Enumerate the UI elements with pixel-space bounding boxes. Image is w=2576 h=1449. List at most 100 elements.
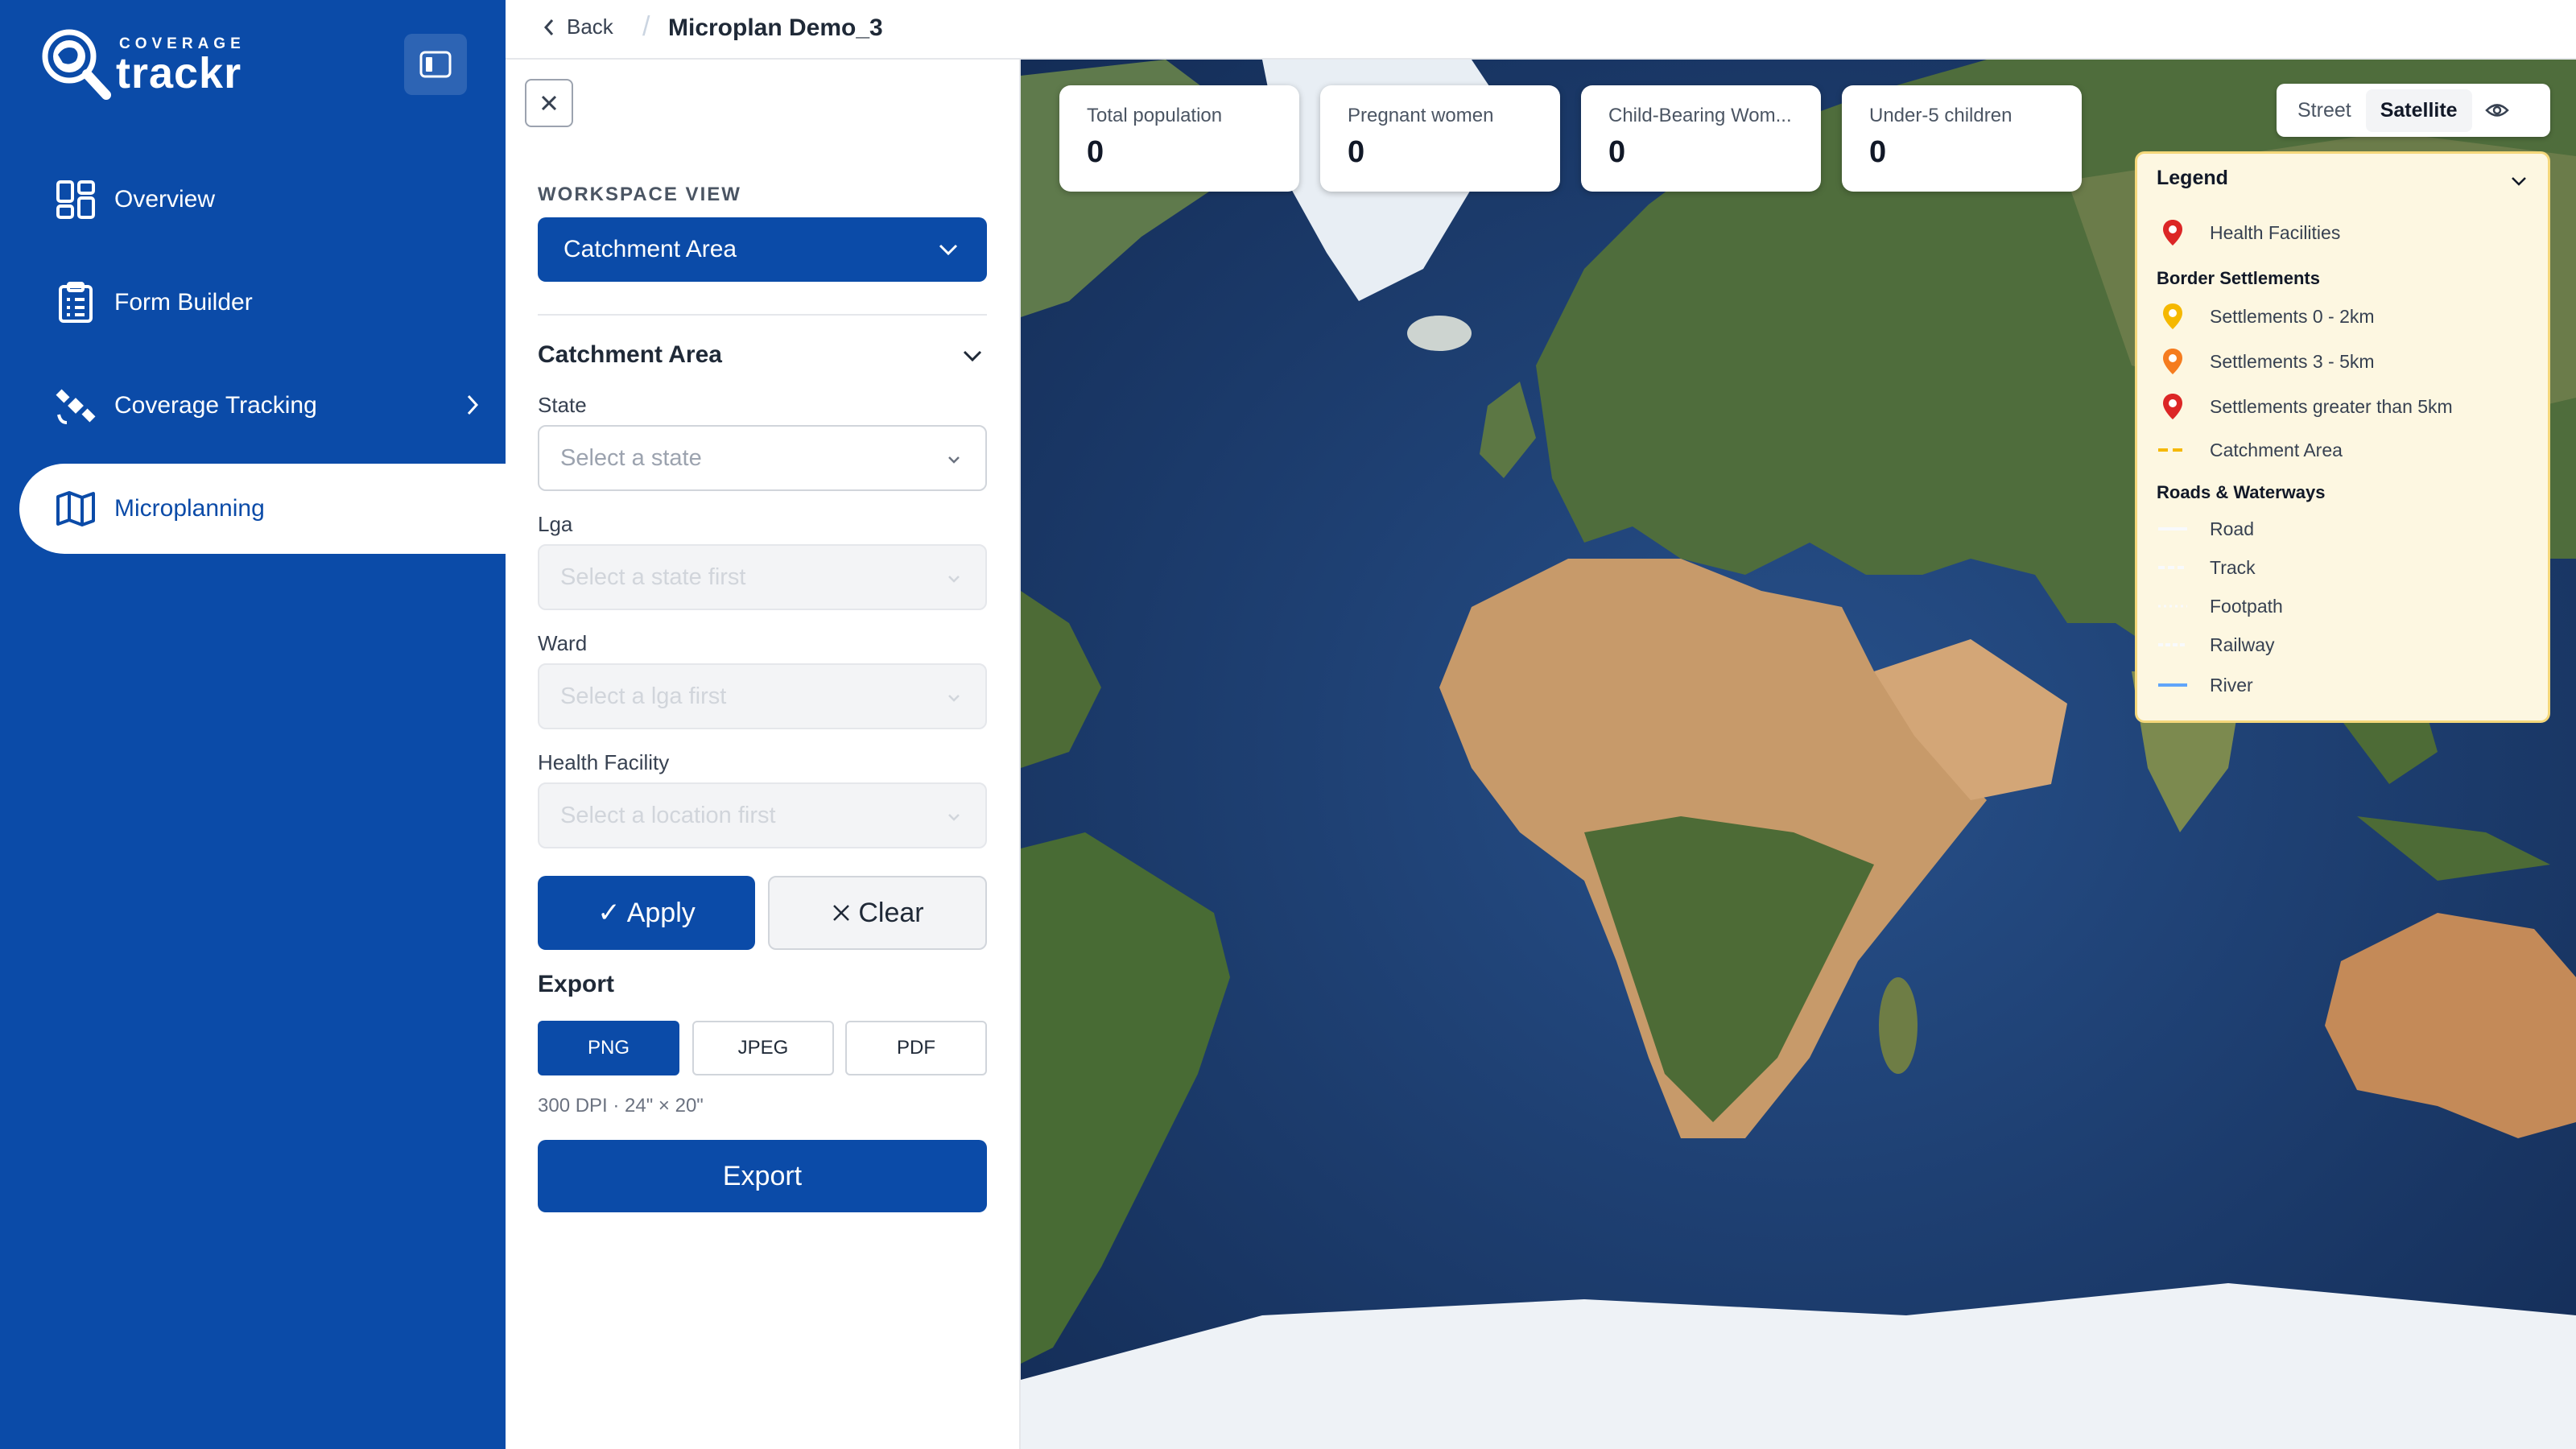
legend-label: Railway [2210, 634, 2275, 655]
format-pdf-button[interactable]: PDF [845, 1021, 987, 1075]
format-label: PNG [587, 1037, 630, 1059]
line-icon [2157, 551, 2189, 584]
chevron-right-icon [467, 394, 479, 415]
dashed-line-icon [2157, 434, 2189, 466]
back-label: Back [567, 14, 613, 39]
workspace-view-select[interactable]: Catchment Area [538, 217, 987, 282]
sidebar-item-form-builder[interactable]: Form Builder [19, 258, 506, 348]
catchment-area-title: Catchment Area [538, 341, 722, 368]
clear-button[interactable]: Clear [768, 876, 987, 950]
magnifier-globe-icon [42, 29, 111, 100]
map-canvas[interactable]: Total population 0 Pregnant women 0 Chil… [1021, 60, 2576, 1449]
legend-label: Health Facilities [2210, 221, 2341, 243]
legend-settlement-0-2km: Settlements 0 - 2km [2157, 300, 2375, 332]
sidebar-item-overview[interactable]: Overview [19, 155, 506, 245]
chevron-down-icon [948, 456, 960, 464]
format-jpeg-button[interactable]: JPEG [692, 1021, 834, 1075]
sidebar-toggle-icon [419, 51, 452, 78]
sidebar-item-coverage-tracking[interactable]: Coverage Tracking [19, 361, 506, 451]
legend-settlement-3-5km: Settlements 3 - 5km [2157, 345, 2375, 378]
workspace-view-label: WORKSPACE VIEW [538, 184, 741, 205]
legend-label: River [2210, 674, 2253, 696]
export-title: Export [538, 971, 615, 997]
sidebar-item-label: Microplanning [114, 495, 265, 522]
lga-select[interactable]: Select a state first [538, 544, 987, 610]
app-logo[interactable]: COVERAGE trackr [39, 26, 264, 103]
legend-river: River [2157, 669, 2253, 701]
sidebar-item-label: Overview [114, 186, 216, 213]
sidebar-item-label: Coverage Tracking [114, 392, 317, 419]
legend-road: Road [2157, 513, 2254, 545]
check-icon: ✓ [597, 898, 621, 928]
legend-track: Track [2157, 551, 2256, 584]
map-pin-icon [2157, 300, 2189, 332]
legend-label: Settlements 3 - 5km [2210, 350, 2375, 372]
chevron-down-icon [948, 695, 960, 702]
logo-wordmark: trackr [116, 49, 242, 97]
close-panel-button[interactable] [525, 79, 573, 127]
breadcrumb-separator: / [642, 11, 650, 42]
stat-card-child-bearing-women: Child-Bearing Wom... 0 [1581, 85, 1821, 192]
stat-value: 0 [1608, 135, 1626, 169]
ward-label: Ward [538, 631, 588, 655]
line-icon [2157, 590, 2189, 622]
chevron-down-icon [948, 814, 960, 821]
workspace-view-value: Catchment Area [564, 236, 737, 262]
back-button[interactable]: Back [543, 14, 613, 39]
format-png-button[interactable]: PNG [538, 1021, 679, 1075]
stat-card-total-population: Total population 0 [1059, 85, 1299, 192]
eye-icon[interactable] [2484, 101, 2509, 119]
health-facility-placeholder: Select a location first [560, 802, 776, 828]
stat-value: 0 [1348, 135, 1365, 169]
map-pin-icon [2157, 345, 2189, 378]
ward-select[interactable]: Select a lga first [538, 663, 987, 729]
legend-title: Legend [2157, 167, 2228, 189]
sidebar-collapse-button[interactable] [404, 34, 467, 95]
chevron-down-icon[interactable] [2509, 171, 2529, 191]
map-layer-toggle: Street Satellite [2277, 84, 2550, 137]
legend-health-facilities: Health Facilities [2157, 217, 2340, 249]
legend-label: Track [2210, 556, 2256, 578]
close-icon [833, 905, 850, 921]
legend-footpath: Footpath [2157, 590, 2283, 622]
export-button-label: Export [722, 1160, 803, 1191]
line-icon [2157, 629, 2189, 661]
stat-card-under-5-children: Under-5 children 0 [1842, 85, 2082, 192]
stat-card-pregnant-women: Pregnant women 0 [1320, 85, 1560, 192]
health-facility-select[interactable]: Select a location first [538, 782, 987, 848]
stat-label: Child-Bearing Wom... [1608, 105, 1792, 126]
top-bar: Back / Microplan Demo_3 [506, 0, 2576, 60]
state-select[interactable]: Select a state [538, 425, 987, 491]
legend-label: Footpath [2210, 595, 2283, 617]
legend-border-heading: Border Settlements [2157, 268, 2320, 288]
lga-placeholder: Select a state first [560, 564, 746, 590]
chevron-down-icon[interactable] [961, 345, 984, 367]
layer-satellite-option[interactable]: Satellite [2365, 89, 2472, 132]
map-icon [55, 488, 97, 530]
line-icon [2157, 513, 2189, 545]
legend-label: Catchment Area [2210, 439, 2343, 460]
state-label: State [538, 393, 587, 417]
map-pin-icon [2157, 217, 2189, 249]
layer-street-option[interactable]: Street [2283, 89, 2366, 132]
legend-catchment-area: Catchment Area [2157, 434, 2343, 466]
clipboard-icon [55, 282, 97, 324]
close-icon [541, 95, 557, 111]
export-button[interactable]: Export [538, 1140, 987, 1212]
legend-label: Road [2210, 518, 2254, 539]
sidebar-item-microplanning[interactable]: Microplanning [19, 464, 506, 554]
apply-label: Apply [626, 897, 696, 928]
chevron-down-icon [948, 576, 960, 583]
stat-value: 0 [1087, 135, 1104, 169]
stat-value: 0 [1869, 135, 1887, 169]
panel-divider [538, 314, 987, 316]
clear-label: Clear [858, 897, 924, 928]
apply-button[interactable]: ✓ Apply [538, 876, 755, 950]
map-pin-icon [2157, 390, 2189, 423]
legend-railway: Railway [2157, 629, 2275, 661]
sidebar-item-label: Form Builder [114, 289, 253, 316]
chevron-down-icon [939, 244, 958, 256]
export-resolution-note: 300 DPI · 24" × 20" [538, 1095, 704, 1117]
map-legend: Legend Health Facilities Border Settleme… [2135, 151, 2550, 723]
state-placeholder: Select a state [560, 444, 702, 471]
